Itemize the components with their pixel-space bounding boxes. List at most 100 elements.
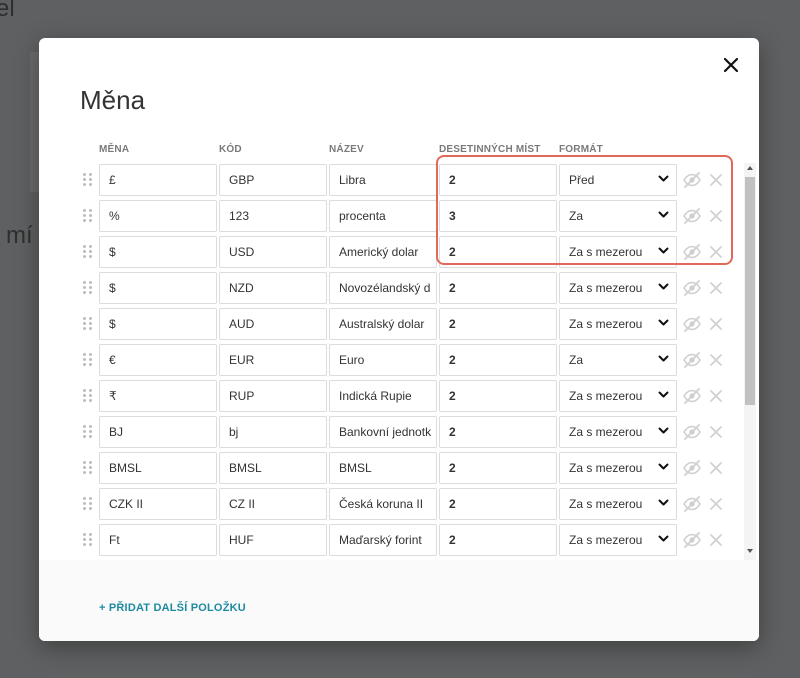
drag-handle-icon[interactable] <box>83 173 93 187</box>
eye-off-icon[interactable] <box>682 278 702 298</box>
drag-handle-icon[interactable] <box>83 425 93 439</box>
currency-code-input[interactable]: EUR <box>219 344 327 376</box>
format-select[interactable]: Za s mezerou <box>559 488 677 520</box>
eye-off-icon[interactable] <box>682 530 702 550</box>
currency-symbol-input[interactable]: BMSL <box>99 452 217 484</box>
format-select[interactable]: Za s mezerou <box>559 380 677 412</box>
currency-name-input[interactable]: Novozélandský d <box>329 272 437 304</box>
currency-symbol-input[interactable]: BJ <box>99 416 217 448</box>
eye-off-icon[interactable] <box>682 422 702 442</box>
eye-off-icon[interactable] <box>682 170 702 190</box>
currency-row: £ GBP Libra 2 Před <box>39 164 743 196</box>
format-select[interactable]: Za s mezerou <box>559 452 677 484</box>
scrollbar-thumb[interactable] <box>745 177 755 405</box>
currency-name-input[interactable]: BMSL <box>329 452 437 484</box>
delete-x-icon[interactable] <box>709 245 723 259</box>
currency-symbol-input[interactable]: $ <box>99 308 217 340</box>
decimal-places-input[interactable]: 2 <box>439 488 557 520</box>
decimal-places-input[interactable]: 2 <box>439 344 557 376</box>
drag-handle-icon[interactable] <box>83 245 93 259</box>
eye-off-icon[interactable] <box>682 458 702 478</box>
format-select[interactable]: Za s mezerou <box>559 416 677 448</box>
drag-handle-icon[interactable] <box>83 317 93 331</box>
currency-code-input[interactable]: BMSL <box>219 452 327 484</box>
currency-code-input[interactable]: USD <box>219 236 327 268</box>
eye-off-icon[interactable] <box>682 242 702 262</box>
delete-x-icon[interactable] <box>709 281 723 295</box>
currency-symbol-input[interactable]: $ <box>99 236 217 268</box>
eye-off-icon[interactable] <box>682 350 702 370</box>
delete-x-icon[interactable] <box>709 461 723 475</box>
currency-name-input[interactable]: Americký dolar <box>329 236 437 268</box>
currency-row: Ft HUF Maďarský forint 2 Za s mezerou <box>39 524 743 556</box>
format-select[interactable]: Za s mezerou <box>559 272 677 304</box>
drag-handle-icon[interactable] <box>83 281 93 295</box>
eye-off-icon[interactable] <box>682 314 702 334</box>
currency-code-input[interactable]: HUF <box>219 524 327 556</box>
currency-name-input[interactable]: Maďarský forint <box>329 524 437 556</box>
decimal-places-input[interactable]: 2 <box>439 308 557 340</box>
delete-x-icon[interactable] <box>709 209 723 223</box>
currency-code-input[interactable]: GBP <box>219 164 327 196</box>
delete-x-icon[interactable] <box>709 497 723 511</box>
format-select[interactable]: Za s mezerou <box>559 236 677 268</box>
currency-name-input[interactable]: Libra <box>329 164 437 196</box>
delete-x-icon[interactable] <box>709 389 723 403</box>
decimal-places-input[interactable]: 2 <box>439 272 557 304</box>
currency-symbol-input[interactable]: % <box>99 200 217 232</box>
drag-handle-icon[interactable] <box>83 209 93 223</box>
decimal-places-input[interactable]: 3 <box>439 200 557 232</box>
format-select[interactable]: Za s mezerou <box>559 524 677 556</box>
delete-x-icon[interactable] <box>709 353 723 367</box>
currency-symbol-input[interactable]: CZK II <box>99 488 217 520</box>
currency-code-input[interactable]: 123 <box>219 200 327 232</box>
drag-handle-icon[interactable] <box>83 497 93 511</box>
delete-x-icon[interactable] <box>709 533 723 547</box>
currency-name-input[interactable]: Euro <box>329 344 437 376</box>
currency-symbol-input[interactable]: £ <box>99 164 217 196</box>
add-item-button[interactable]: + PŘIDAT DALŠÍ POLOŽKU <box>99 602 246 614</box>
decimal-places-input[interactable]: 2 <box>439 524 557 556</box>
column-headers: MĚNA KÓD NÁZEV DESETINNÝCH MÍST FORMÁT <box>39 144 759 158</box>
eye-off-icon[interactable] <box>682 386 702 406</box>
currency-code-input[interactable]: NZD <box>219 272 327 304</box>
currency-code-input[interactable]: AUD <box>219 308 327 340</box>
decimal-places-input[interactable]: 2 <box>439 380 557 412</box>
currency-symbol-input[interactable]: ₹ <box>99 380 217 412</box>
currency-symbol-input[interactable]: € <box>99 344 217 376</box>
currency-code-input[interactable]: RUP <box>219 380 327 412</box>
scrollbar[interactable] <box>744 163 756 560</box>
currency-row: $ AUD Australský dolar 2 Za s mezerou <box>39 308 743 340</box>
eye-off-icon[interactable] <box>682 206 702 226</box>
currency-code-input[interactable]: CZ II <box>219 488 327 520</box>
delete-x-icon[interactable] <box>709 425 723 439</box>
eye-off-icon[interactable] <box>682 494 702 514</box>
decimal-places-input[interactable]: 2 <box>439 164 557 196</box>
currency-symbol-input[interactable]: Ft <box>99 524 217 556</box>
format-select[interactable]: Za s mezerou <box>559 308 677 340</box>
currency-name-input[interactable]: Bankovní jednotk <box>329 416 437 448</box>
currency-name-input[interactable]: Česká koruna II <box>329 488 437 520</box>
format-select-value: Za s mezerou <box>569 245 643 259</box>
format-select[interactable]: Před <box>559 164 677 196</box>
decimal-places-input[interactable]: 2 <box>439 416 557 448</box>
currency-symbol-input[interactable]: $ <box>99 272 217 304</box>
currency-name-input[interactable]: procenta <box>329 200 437 232</box>
scroll-down-icon[interactable] <box>746 548 754 554</box>
currency-name-input[interactable]: Indická Rupie <box>329 380 437 412</box>
decimal-places-input[interactable]: 2 <box>439 236 557 268</box>
scroll-up-icon[interactable] <box>746 165 754 171</box>
drag-handle-icon[interactable] <box>83 353 93 367</box>
format-select[interactable]: Za <box>559 200 677 232</box>
currency-code-input[interactable]: bj <box>219 416 327 448</box>
drag-handle-icon[interactable] <box>83 461 93 475</box>
close-button[interactable] <box>719 53 743 77</box>
delete-x-icon[interactable] <box>709 173 723 187</box>
currency-name-input[interactable]: Australský dolar <box>329 308 437 340</box>
decimal-places-input[interactable]: 2 <box>439 452 557 484</box>
chevron-down-icon <box>658 283 669 290</box>
format-select[interactable]: Za <box>559 344 677 376</box>
drag-handle-icon[interactable] <box>83 533 93 547</box>
drag-handle-icon[interactable] <box>83 389 93 403</box>
delete-x-icon[interactable] <box>709 317 723 331</box>
